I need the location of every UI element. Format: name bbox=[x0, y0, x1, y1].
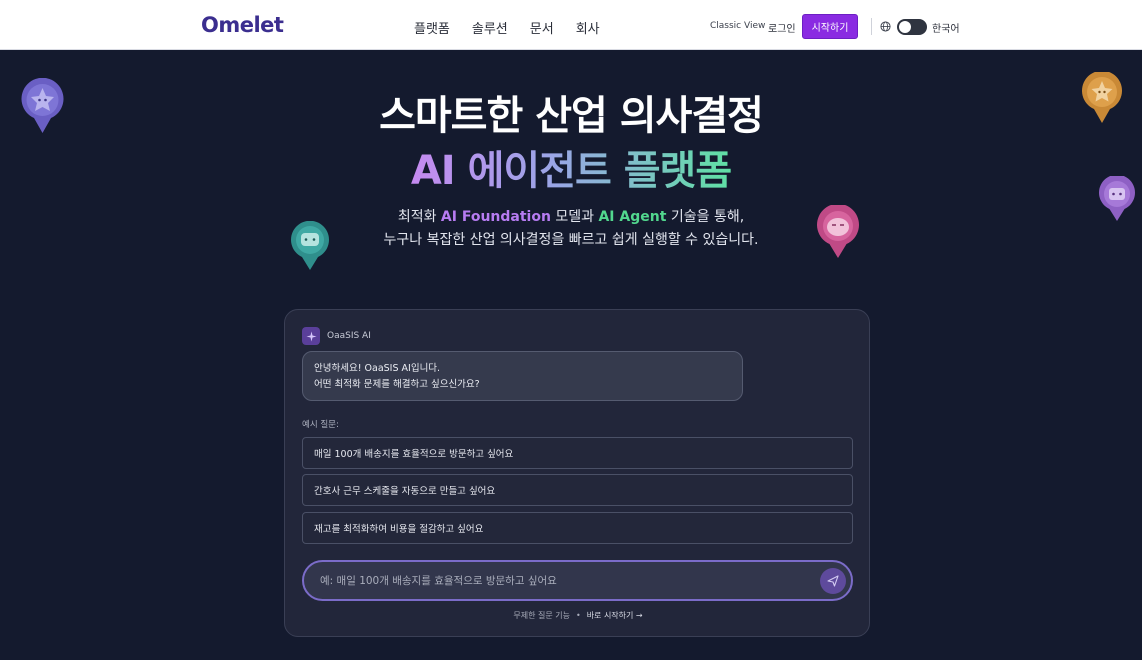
orange-star-pin-icon bbox=[1082, 72, 1122, 123]
greeting-line: 안녕하세요! OaaSIS AI입니다. bbox=[314, 363, 441, 374]
bot-name: OaaSIS AI bbox=[327, 331, 371, 341]
omelet-logo[interactable]: Omelet bbox=[201, 13, 284, 37]
hero-title-line1: 스마트한 산업 의사결정 bbox=[379, 93, 764, 139]
chat-input-container bbox=[302, 560, 853, 601]
theme-toggle[interactable] bbox=[897, 19, 927, 35]
pink-face-pin-icon bbox=[817, 205, 859, 258]
greeting-line: 어떤 최적화 문제를 해결하고 싶으신가요? bbox=[314, 379, 480, 390]
nav-item-solutions[interactable]: 솔루션 bbox=[472, 18, 508, 37]
hero-title-line2: AI 에이전트 플랫폼 bbox=[0, 138, 1142, 196]
teal-robot-pin-icon bbox=[291, 221, 329, 270]
classic-view-link[interactable]: Classic View bbox=[710, 21, 765, 31]
bot-greeting-bubble: 안녕하세요! OaaSIS AI입니다. 어떤 최적화 문제를 해결하고 싶으신… bbox=[302, 351, 743, 401]
subtitle-text: 기술을 통해, bbox=[666, 209, 745, 225]
chat-footnote: 무제한 질문 기능 • 바로 시작하기 → bbox=[285, 610, 871, 621]
toggle-knob bbox=[899, 21, 911, 33]
unlimited-questions-text: 무제한 질문 기능 bbox=[513, 611, 570, 620]
ai-foundation-highlight: AI Foundation bbox=[440, 209, 551, 225]
start-now-link[interactable]: 바로 시작하기 → bbox=[587, 611, 643, 620]
purple-star-pin-icon bbox=[21, 78, 64, 133]
example-question-3[interactable]: 재고를 최적화하여 비용을 절감하고 싶어요 bbox=[302, 512, 853, 544]
hero-title-gradient: AI 에이전트 플랫폼 bbox=[410, 148, 732, 194]
header-divider bbox=[871, 18, 872, 35]
subtitle-text: 모델과 bbox=[550, 209, 599, 225]
language-selector[interactable]: 한국어 bbox=[932, 20, 960, 35]
send-button[interactable] bbox=[820, 568, 846, 594]
nav-item-docs[interactable]: 문서 bbox=[530, 18, 554, 37]
start-button[interactable]: 시작하기 bbox=[802, 14, 858, 39]
example-question-2[interactable]: 간호사 근무 스케줄을 자동으로 만들고 싶어요 bbox=[302, 474, 853, 506]
nav-item-company[interactable]: 회사 bbox=[576, 18, 600, 37]
separator-dot: • bbox=[575, 611, 581, 620]
bot-avatar bbox=[302, 327, 320, 345]
ai-agent-highlight: AI Agent bbox=[598, 209, 667, 225]
globe-icon bbox=[880, 21, 891, 32]
examples-label: 예시 질문: bbox=[302, 420, 339, 430]
hero-subtitle-line2: 누구나 복잡한 산업 의사결정을 빠르고 쉽게 실행할 수 있습니다. bbox=[383, 232, 759, 248]
chat-input[interactable] bbox=[320, 572, 810, 590]
sparkle-icon bbox=[306, 331, 316, 341]
violet-robot-pin-icon bbox=[1099, 176, 1135, 221]
send-icon bbox=[827, 575, 839, 587]
example-question-1[interactable]: 매일 100개 배송지를 효율적으로 방문하고 싶어요 bbox=[302, 437, 853, 469]
chat-card: OaaSIS AI 안녕하세요! OaaSIS AI입니다. 어떤 최적화 문제… bbox=[284, 309, 870, 637]
login-link[interactable]: 로그인 bbox=[768, 20, 796, 35]
hero-subtitle-line1: 최적화 AI Foundation 모델과 AI Agent 기술을 통해, bbox=[0, 206, 1142, 226]
top-navigation-bar: Omelet 플랫폼 솔루션 문서 회사 Classic View 로그인 시작… bbox=[0, 0, 1142, 50]
main-nav: 플랫폼 솔루션 문서 회사 bbox=[414, 18, 600, 37]
subtitle-text: 최적화 bbox=[397, 209, 441, 225]
nav-item-platform[interactable]: 플랫폼 bbox=[414, 18, 450, 37]
